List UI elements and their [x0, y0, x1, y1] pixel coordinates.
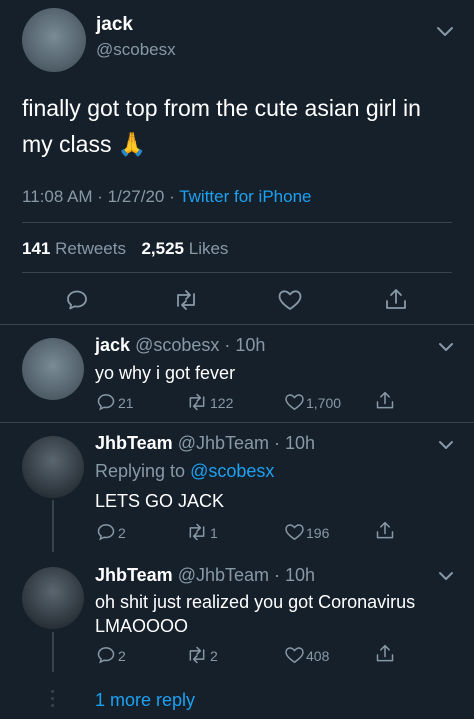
retweets-label[interactable]: Retweets [55, 239, 126, 258]
replying-to-label: Replying to [95, 461, 186, 481]
more-replies-link[interactable]: 1 more reply [95, 690, 195, 711]
reply-icon[interactable] [96, 645, 116, 665]
thread-line [52, 632, 54, 672]
share-icon[interactable] [375, 643, 395, 665]
avatar[interactable] [22, 8, 86, 72]
like-icon[interactable] [284, 645, 305, 665]
divider [0, 324, 474, 325]
like-icon[interactable] [284, 392, 305, 412]
retweet-count: 122 [210, 395, 234, 411]
replying-to-handle[interactable]: @scobesx [190, 461, 274, 481]
reply-header: jack @scobesx · 10h [95, 335, 265, 356]
author-name[interactable]: JhbTeam [95, 565, 173, 585]
reply-count: 2 [118, 648, 126, 664]
like-count: 408 [306, 648, 330, 664]
retweet-count: 2 [210, 648, 218, 664]
like-icon[interactable] [284, 522, 305, 542]
retweet-icon[interactable] [186, 522, 208, 542]
divider [0, 422, 474, 423]
chevron-down-icon[interactable] [436, 26, 454, 38]
author-name[interactable]: jack [95, 335, 130, 355]
share-icon[interactable] [375, 520, 395, 542]
reply-header: JhbTeam @JhbTeam · 10h [95, 565, 315, 586]
retweet-icon[interactable] [173, 288, 199, 312]
divider [22, 222, 452, 223]
chevron-down-icon[interactable] [438, 342, 454, 352]
like-icon[interactable] [277, 288, 303, 312]
tweet-text: finally got top from the cute asian girl… [22, 90, 452, 162]
chevron-down-icon[interactable] [438, 440, 454, 450]
chevron-down-icon[interactable] [438, 571, 454, 581]
avatar[interactable] [22, 567, 84, 629]
reply-icon[interactable] [96, 522, 116, 542]
reply-text: LETS GO JACK [95, 491, 225, 511]
likes-label[interactable]: Likes [189, 239, 229, 258]
retweet-icon[interactable] [186, 392, 208, 412]
share-icon[interactable] [384, 287, 408, 313]
author-handle-time[interactable]: @scobesx · 10h [135, 335, 265, 355]
author-name[interactable]: jack [96, 14, 133, 36]
author-name[interactable]: JhbTeam [95, 433, 173, 453]
like-count: 1,700 [306, 395, 342, 411]
avatar[interactable] [22, 338, 84, 400]
reply-text: yo why i got fever [95, 363, 236, 383]
tweet-text-body: finally got top from the cute asian girl… [22, 95, 421, 157]
replying-to: Replying to @scobesx [95, 461, 274, 482]
tweet-timestamp: 11:08 AM · 1/27/20 · [22, 187, 180, 206]
reply-count: 21 [118, 395, 134, 411]
thread-dots [51, 690, 55, 707]
avatar[interactable] [22, 436, 84, 498]
retweet-icon[interactable] [186, 645, 208, 665]
divider [22, 272, 452, 273]
tweet-stats: 141 Retweets 2,525 Likes [22, 239, 228, 259]
like-count: 196 [306, 525, 330, 541]
reply-count: 2 [118, 525, 126, 541]
retweets-count[interactable]: 141 [22, 239, 50, 258]
likes-count[interactable]: 2,525 [141, 239, 184, 258]
tweet-source-link[interactable]: Twitter for iPhone [179, 187, 311, 206]
reply-icon[interactable] [96, 392, 116, 412]
author-handle-time[interactable]: @JhbTeam · 10h [178, 433, 315, 453]
thread-line [52, 500, 54, 552]
reply-icon[interactable] [65, 288, 89, 312]
praying-hands-emoji: 🙏 [117, 131, 147, 157]
reply-header: JhbTeam @JhbTeam · 10h [95, 433, 315, 454]
reply-text: oh shit just realized you got Coronaviru… [95, 592, 416, 636]
tweet-meta: 11:08 AM · 1/27/20 · Twitter for iPhone [22, 187, 311, 207]
author-handle[interactable]: @scobesx [96, 40, 176, 60]
share-icon[interactable] [375, 390, 395, 412]
retweet-count: 1 [210, 525, 218, 541]
author-handle-time[interactable]: @JhbTeam · 10h [178, 565, 315, 585]
